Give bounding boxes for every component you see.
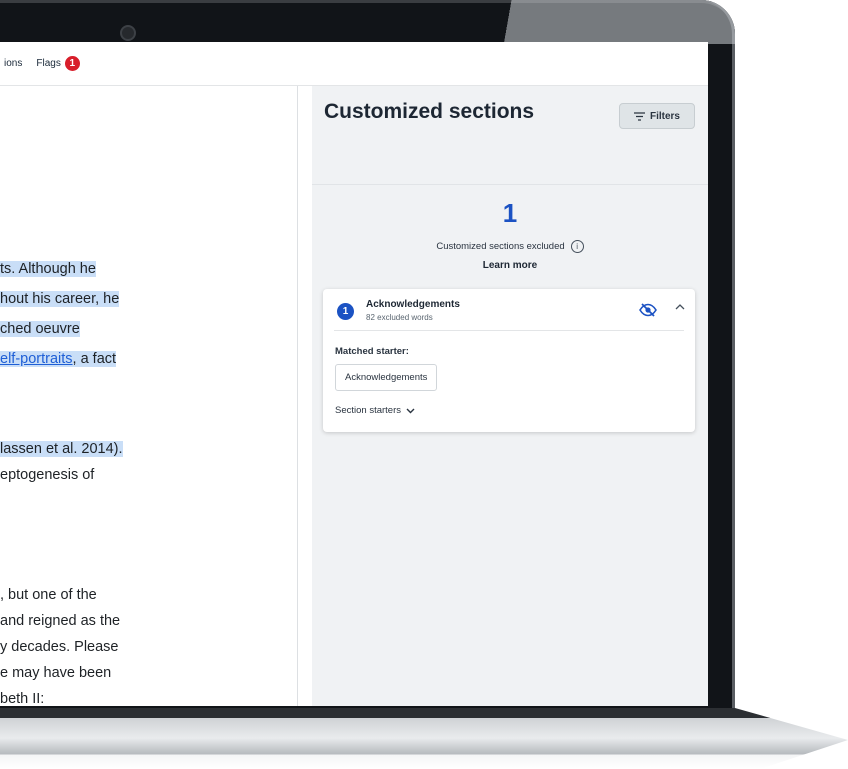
section-starters-toggle[interactable]: Section starters (335, 405, 415, 416)
doc-text: eptogenesis of (0, 467, 95, 483)
eye-off-icon[interactable] (639, 303, 657, 322)
doc-line: elf-portraits, a fact (0, 348, 117, 370)
section-number-badge: 1 (337, 303, 354, 320)
doc-text: ts. Although he (0, 261, 96, 277)
doc-text: hout his career, he (0, 291, 120, 307)
chevron-up-icon[interactable] (675, 298, 685, 316)
doc-line: y decades. Please (0, 636, 119, 658)
doc-line: ched oeuvre (0, 318, 80, 340)
chevron-down-icon (406, 408, 415, 414)
section-starters-label: Section starters (335, 405, 401, 416)
tab-bar: ions Flags 1 (0, 42, 708, 86)
tab-sections-label: ions (4, 58, 23, 69)
doc-text: , a fact (72, 351, 117, 367)
tab-sections[interactable]: ions (0, 58, 32, 69)
panel-header: Customized sections Filters (312, 86, 708, 184)
divider (312, 184, 708, 185)
section-title: Acknowledgements (366, 299, 460, 310)
matched-starter-label: Matched starter: (335, 346, 409, 357)
section-card: 1 Acknowledgements 82 excluded words Mat… (323, 289, 695, 432)
screen: ions Flags 1 ts. Although he hout his ca… (0, 42, 708, 706)
doc-text: e may have been (0, 665, 112, 681)
card-divider (334, 330, 684, 331)
doc-text: beth II: (0, 691, 45, 706)
matched-starter-chip: Acknowledgements (335, 364, 438, 391)
tab-flags-label: Flags (36, 58, 61, 69)
document-pane[interactable]: ts. Although he hout his career, he ched… (0, 86, 298, 706)
doc-link[interactable]: elf-portraits (0, 351, 73, 367)
doc-text: lassen et al. 2014). (0, 441, 123, 457)
doc-line: hout his career, he (0, 288, 120, 310)
panel-title: Customized sections (324, 100, 535, 123)
doc-line: eptogenesis of (0, 464, 94, 486)
doc-line: lassen et al. 2014). (0, 438, 123, 460)
doc-line: and reigned as the (0, 610, 120, 632)
doc-line: e may have been (0, 662, 111, 684)
excluded-label: Customized sections excluded (436, 241, 565, 252)
filters-button[interactable]: Filters (619, 103, 695, 129)
webcam-icon (120, 25, 136, 41)
customized-sections-panel: Customized sections Filters 1 Customized… (312, 86, 708, 706)
doc-line: , but one of the (0, 584, 97, 606)
info-icon[interactable]: i (570, 240, 584, 253)
doc-line: ts. Although he (0, 258, 96, 280)
excluded-label-row: Customized sections excluded i (312, 240, 708, 253)
doc-line: beth II: (0, 688, 44, 706)
doc-text: and reigned as the (0, 613, 121, 629)
doc-text: ched oeuvre (0, 321, 80, 337)
excluded-count: 1 (502, 198, 518, 228)
laptop-base (0, 708, 848, 769)
doc-text: y decades. Please (0, 639, 119, 655)
section-subtitle: 82 excluded words (366, 313, 433, 322)
flags-count-badge: 1 (64, 56, 80, 71)
learn-more-link[interactable]: Learn more (312, 260, 708, 271)
filter-icon (633, 111, 645, 121)
filters-label: Filters (649, 110, 680, 122)
doc-text: , but one of the (0, 587, 97, 603)
tab-flags[interactable]: Flags 1 (32, 56, 83, 71)
lid-reflection (480, 0, 735, 44)
